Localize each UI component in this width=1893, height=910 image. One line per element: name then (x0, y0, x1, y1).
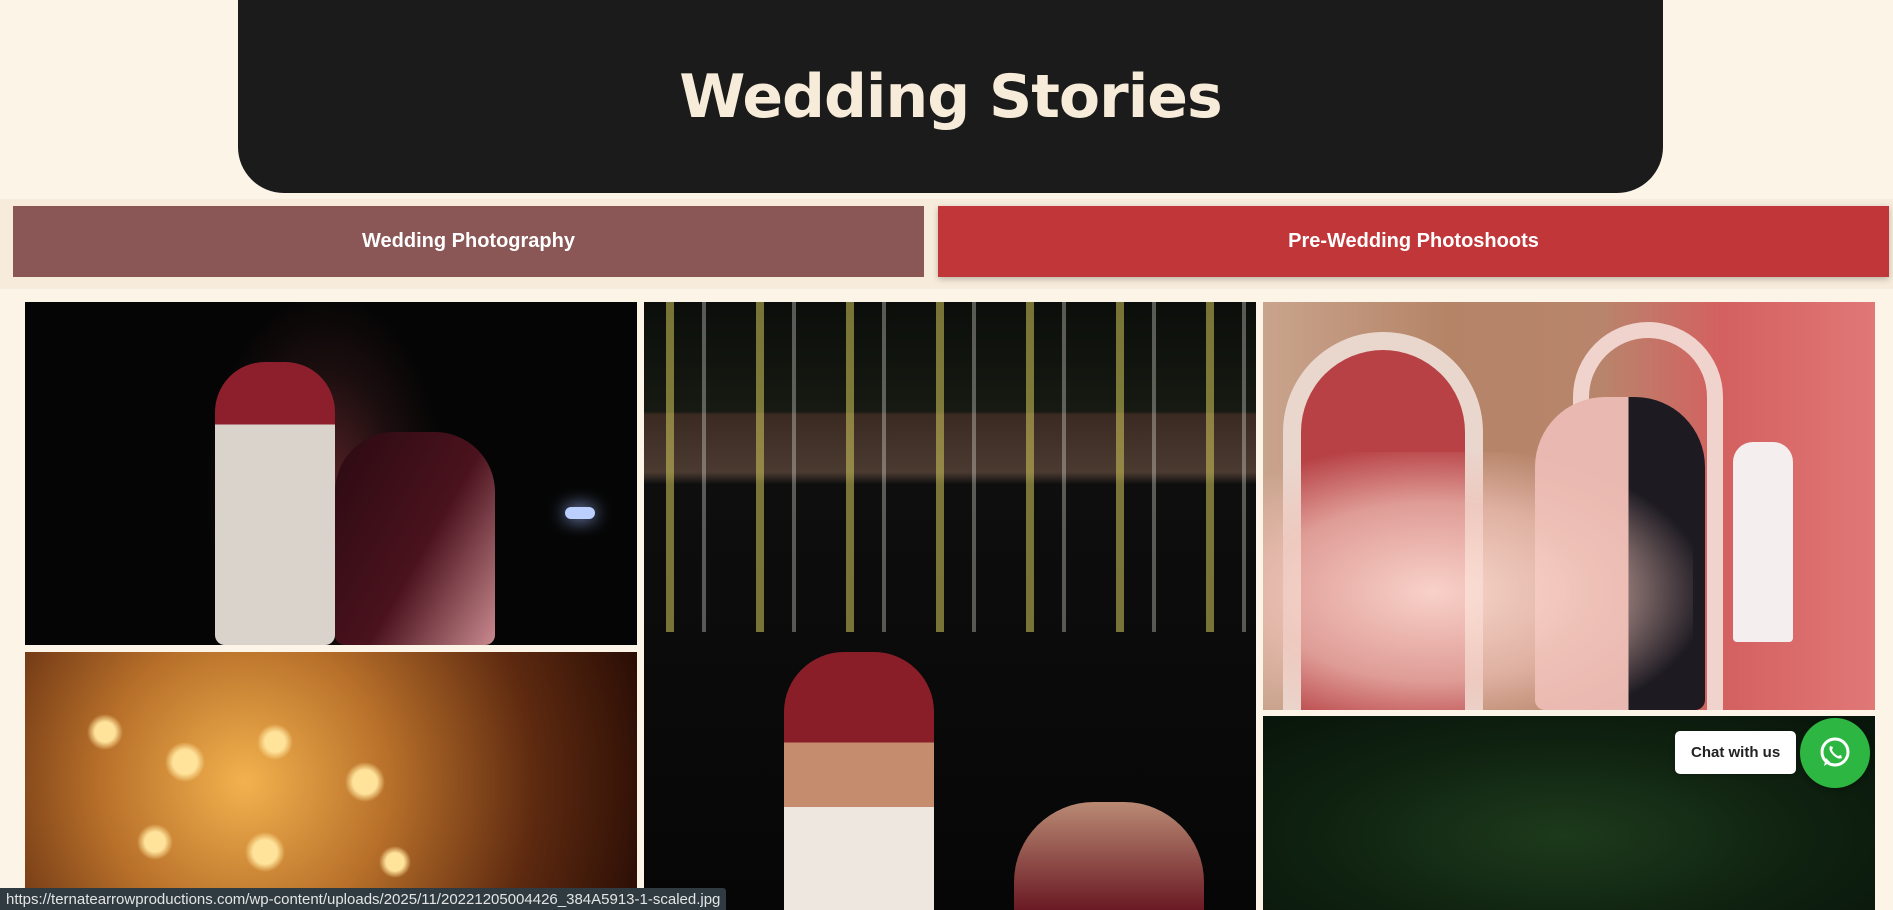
photo-subject-groom (215, 362, 335, 645)
whatsapp-icon (1820, 737, 1850, 767)
gallery-photo-couple-arches[interactable] (1263, 302, 1875, 710)
gallery-photo-couple-flowers[interactable] (644, 302, 1256, 910)
gallery-photo-couple-night[interactable] (25, 302, 637, 645)
photo-subject-bride (335, 432, 495, 645)
browser-status-url: https://ternatearrowproductions.com/wp-c… (0, 888, 727, 910)
photo-light (565, 507, 595, 519)
photo-subject-groom (784, 652, 934, 910)
gallery-photo-chandelier[interactable] (25, 652, 637, 910)
tab-wedding-photography[interactable]: Wedding Photography (13, 206, 924, 277)
page-title: Wedding Stories (679, 61, 1222, 132)
photo-vase (1733, 442, 1793, 642)
tab-pre-wedding-photoshoots[interactable]: Pre-Wedding Photoshoots (938, 206, 1889, 277)
photo-blurred-flowers (1263, 452, 1693, 710)
hero-banner: Wedding Stories (238, 0, 1663, 193)
photo-hanging-flowers (644, 302, 1256, 632)
whatsapp-button[interactable] (1800, 718, 1870, 788)
chat-with-us-label[interactable]: Chat with us (1675, 731, 1797, 774)
photo-chandelier-lights (65, 692, 425, 892)
photo-subject-bride (1014, 802, 1204, 910)
